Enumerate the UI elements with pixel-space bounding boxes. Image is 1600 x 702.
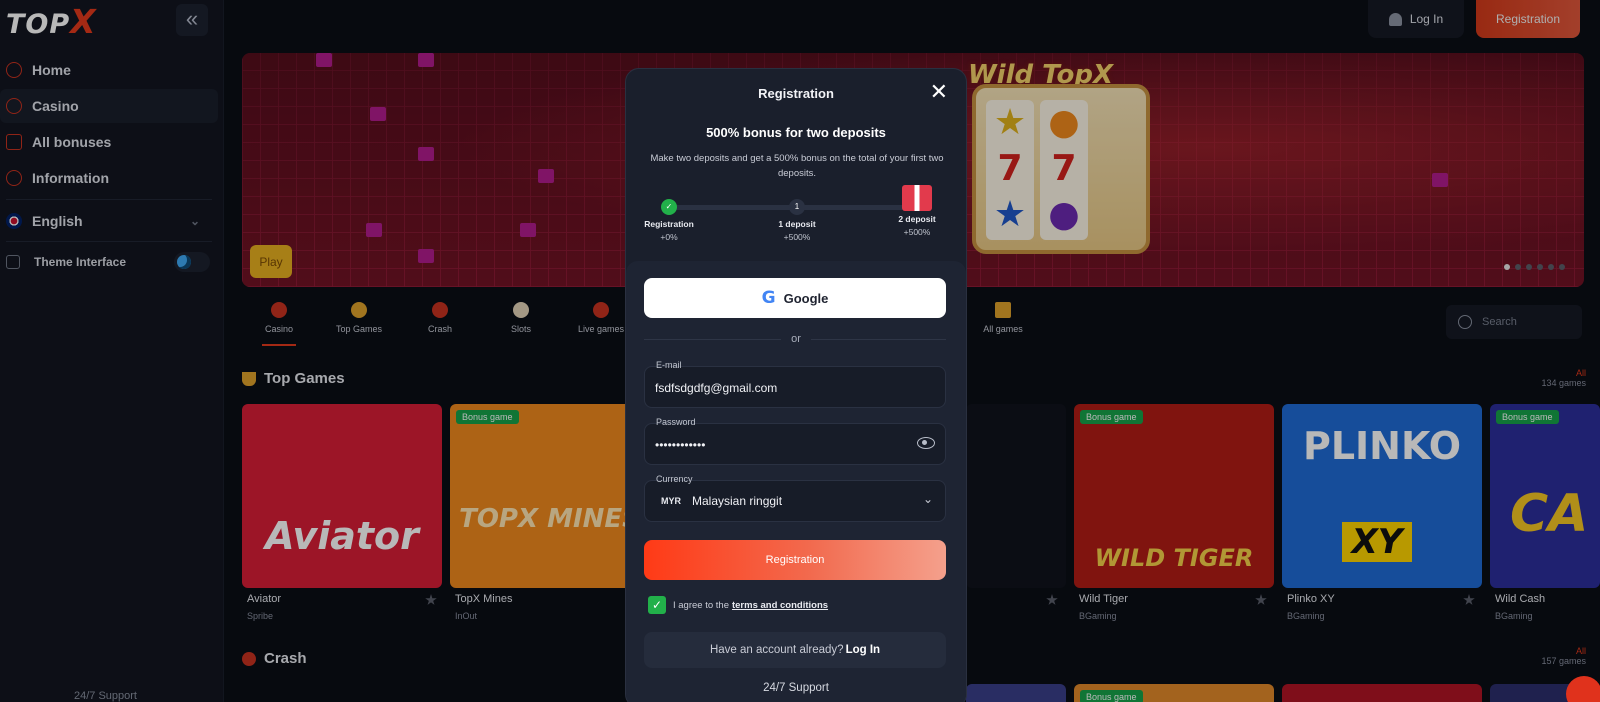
registration-submit-button[interactable]: Registration xyxy=(644,540,946,580)
registration-modal: Registration ✕ 500% bonus for two deposi… xyxy=(625,68,967,702)
have-account-text: Have an account already? xyxy=(709,644,844,656)
promo-title: 500% bonus for two deposits xyxy=(706,125,886,140)
chat-support-button[interactable] xyxy=(1566,676,1600,702)
close-icon[interactable]: ✕ xyxy=(930,79,948,105)
currency-label: Currency xyxy=(656,474,693,484)
password-value: •••••••••••• xyxy=(655,438,706,452)
terms-agreement: ✓ I agree to the terms and conditions xyxy=(648,596,828,614)
google-signin-button[interactable]: G Google xyxy=(644,278,946,318)
currency-name: Malaysian ringgit xyxy=(692,494,783,508)
google-icon: G xyxy=(761,288,776,308)
registration-form: G Google or E-mail fsdfsdgdfg@gmail.com … xyxy=(626,261,966,702)
modal-login-link[interactable]: Log In xyxy=(846,644,881,656)
step-registration: ✓ Registration +0% xyxy=(636,199,702,242)
email-value: fsdfsdgdfg@gmail.com xyxy=(655,381,778,395)
check-icon: ✓ xyxy=(661,199,677,215)
password-label: Password xyxy=(656,417,696,427)
promo-description: Make two deposits and get a 500% bonus o… xyxy=(650,153,944,179)
step-second-deposit: 2 deposit +500% xyxy=(884,185,950,237)
email-label: E-mail xyxy=(656,360,682,370)
email-field[interactable]: E-mail fsdfsdgdfg@gmail.com xyxy=(644,360,946,408)
or-label: or xyxy=(626,333,966,345)
terms-checkbox[interactable]: ✓ xyxy=(648,596,666,614)
currency-code: MYR xyxy=(661,496,681,506)
have-account-box: Have an account already? Log In xyxy=(644,632,946,668)
modal-title: Registration xyxy=(758,86,834,101)
eye-icon[interactable] xyxy=(917,437,935,449)
terms-link[interactable]: terms and conditions xyxy=(732,600,828,611)
step-first-deposit: 1 1 deposit +500% xyxy=(764,199,830,242)
gift-icon xyxy=(902,185,932,211)
google-label: Google xyxy=(783,290,829,306)
modal-support-link[interactable]: 24/7 Support xyxy=(626,682,966,694)
password-field[interactable]: Password •••••••••••• xyxy=(644,417,946,465)
currency-select[interactable]: Currency MYR Malaysian ringgit ⌄ xyxy=(644,474,946,522)
chevron-down-icon: ⌄ xyxy=(922,492,933,506)
agree-text: I agree to the terms and conditions xyxy=(673,599,829,611)
